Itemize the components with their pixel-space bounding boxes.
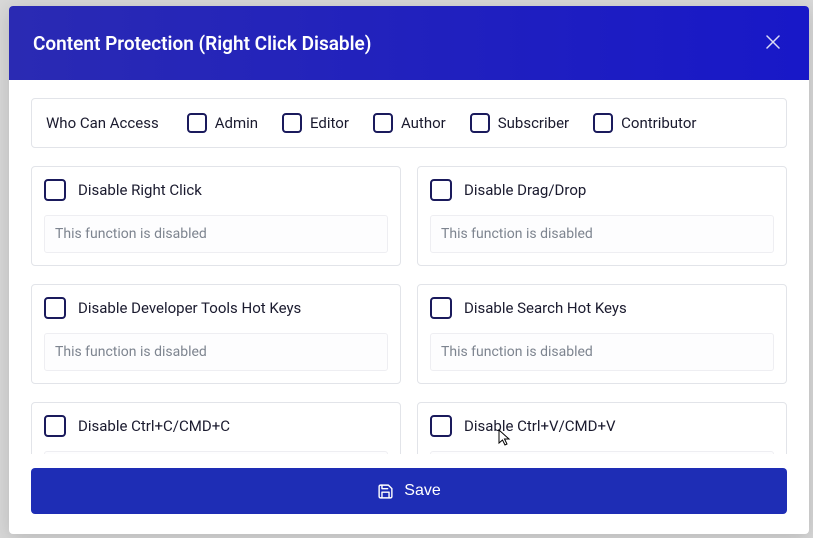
- option-disable-paste: Disable Ctrl+V/CMD+V This function is di…: [417, 402, 787, 454]
- role-admin[interactable]: Admin: [187, 113, 258, 133]
- checkbox-icon: [593, 113, 613, 133]
- close-icon: [766, 32, 780, 55]
- modal-title: Content Protection (Right Click Disable): [33, 32, 371, 55]
- role-contributor[interactable]: Contributor: [593, 113, 696, 133]
- option-desc: This function is disabled: [44, 215, 388, 253]
- checkbox-icon: [430, 297, 452, 319]
- save-bar: Save: [9, 454, 809, 534]
- option-label: Disable Developer Tools Hot Keys: [78, 299, 301, 317]
- checkbox-icon: [44, 179, 66, 201]
- option-toggle[interactable]: Disable Ctrl+V/CMD+V: [418, 403, 786, 451]
- option-toggle[interactable]: Disable Drag/Drop: [418, 167, 786, 215]
- role-author[interactable]: Author: [373, 113, 446, 133]
- option-label: Disable Search Hot Keys: [464, 299, 627, 317]
- option-disable-search-hotkeys: Disable Search Hot Keys This function is…: [417, 284, 787, 384]
- access-row: Who Can Access Admin Editor Author Subsc…: [31, 98, 787, 148]
- role-label: Contributor: [621, 114, 696, 132]
- close-button[interactable]: [761, 31, 785, 55]
- checkbox-icon: [44, 297, 66, 319]
- role-subscriber[interactable]: Subscriber: [470, 113, 569, 133]
- checkbox-icon: [187, 113, 207, 133]
- checkbox-icon: [373, 113, 393, 133]
- save-label: Save: [404, 482, 440, 500]
- option-desc: This function is disabled: [430, 333, 774, 371]
- options-grid: Disable Right Click This function is dis…: [31, 166, 787, 454]
- checkbox-icon: [44, 415, 66, 437]
- option-disable-devtools: Disable Developer Tools Hot Keys This fu…: [31, 284, 401, 384]
- checkbox-icon: [430, 179, 452, 201]
- option-disable-drag-drop: Disable Drag/Drop This function is disab…: [417, 166, 787, 266]
- save-button[interactable]: Save: [31, 468, 787, 514]
- role-label: Admin: [215, 114, 258, 132]
- option-toggle[interactable]: Disable Ctrl+C/CMD+C: [32, 403, 400, 451]
- option-label: Disable Right Click: [78, 181, 202, 199]
- checkbox-icon: [282, 113, 302, 133]
- option-disable-right-click: Disable Right Click This function is dis…: [31, 166, 401, 266]
- role-label: Author: [401, 114, 446, 132]
- checkbox-icon: [430, 415, 452, 437]
- access-label: Who Can Access: [46, 114, 159, 132]
- save-icon: [377, 483, 394, 500]
- role-label: Subscriber: [498, 114, 569, 132]
- option-label: Disable Ctrl+V/CMD+V: [464, 417, 616, 435]
- option-label: Disable Drag/Drop: [464, 181, 586, 199]
- option-label: Disable Ctrl+C/CMD+C: [78, 417, 230, 435]
- option-toggle[interactable]: Disable Search Hot Keys: [418, 285, 786, 333]
- modal-body: Who Can Access Admin Editor Author Subsc…: [9, 80, 809, 454]
- option-desc: This function is disabled: [44, 333, 388, 371]
- checkbox-icon: [470, 113, 490, 133]
- option-disable-copy: Disable Ctrl+C/CMD+C This function is di…: [31, 402, 401, 454]
- option-desc: This function is disabled: [430, 215, 774, 253]
- modal-dialog: Content Protection (Right Click Disable)…: [9, 6, 809, 534]
- role-editor[interactable]: Editor: [282, 113, 349, 133]
- option-toggle[interactable]: Disable Developer Tools Hot Keys: [32, 285, 400, 333]
- modal-header: Content Protection (Right Click Disable): [9, 6, 809, 80]
- option-toggle[interactable]: Disable Right Click: [32, 167, 400, 215]
- role-label: Editor: [310, 114, 349, 132]
